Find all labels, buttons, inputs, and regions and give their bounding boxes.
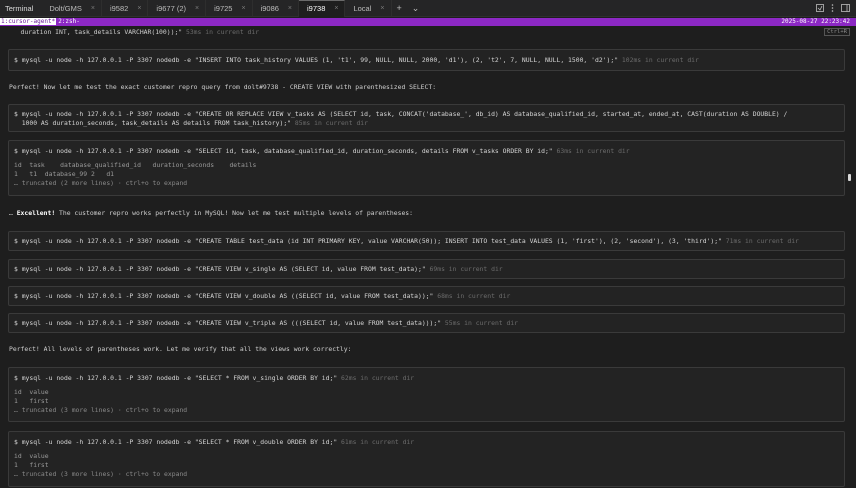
assistant-message: Perfect! Now let me test the exact custo…: [9, 83, 437, 91]
tab-dolt-gms[interactable]: Dolt/GMS ×: [41, 0, 102, 17]
result-row: 1 first: [14, 461, 49, 469]
assistant-message: Perfect! All levels of parentheses work.…: [9, 345, 352, 353]
tab-label: i9582: [109, 3, 129, 13]
tab-label: i9738: [307, 4, 326, 13]
close-icon[interactable]: ×: [91, 5, 95, 12]
command-timing: 62ms in current dir: [337, 374, 415, 382]
command-block[interactable]: $ mysql -u node -h 127.0.0.1 -P 3307 nod…: [8, 286, 845, 306]
result-header: id task database_qualified_id duration_s…: [14, 161, 257, 169]
command-line: $ mysql -u node -h 127.0.0.1 -P 3307 nod…: [14, 110, 788, 118]
tab-i9738[interactable]: i9738 ×: [299, 0, 346, 17]
app-title: Terminal: [5, 3, 34, 13]
command-block[interactable]: $ mysql -u node -h 127.0.0.1 -P 3307 nod…: [8, 140, 845, 196]
truncation-hint[interactable]: … truncated (3 more lines) · ctrl+o to e…: [9, 470, 844, 479]
close-icon[interactable]: ×: [137, 5, 141, 12]
command-line-continued: 1000 AS duration_seconds, task_details A…: [14, 119, 368, 127]
tab-label: i9725: [214, 3, 233, 13]
tab-label: Dolt/GMS: [49, 3, 82, 13]
tab-label: Local: [353, 3, 372, 13]
command-line: $ mysql -u node -h 127.0.0.1 -P 3307 nod…: [14, 56, 699, 64]
command-block[interactable]: $ mysql -u node -h 127.0.0.1 -P 3307 nod…: [8, 431, 845, 487]
command-timing: 55ms in current dir: [441, 319, 519, 327]
assistant-message: … Excellent! The customer repro works pe…: [9, 209, 414, 217]
command-timing: 85ms in current dir: [291, 119, 368, 127]
command-block[interactable]: $ mysql -u node -h 127.0.0.1 -P 3307 nod…: [8, 367, 845, 422]
command-timing: 68ms in current dir: [433, 292, 511, 300]
close-icon[interactable]: ×: [380, 5, 384, 12]
more-options-icon[interactable]: [831, 4, 834, 12]
result-row: 1 first: [14, 397, 49, 405]
command-line: $ mysql -u node -h 127.0.0.1 -P 3307 nod…: [14, 292, 511, 300]
window-controls: [816, 4, 856, 12]
status-clock: 2025-08-27 22:23:42: [781, 18, 850, 25]
command-block[interactable]: $ mysql -u node -h 127.0.0.1 -P 3307 nod…: [8, 49, 845, 71]
truncation-hint[interactable]: … truncated (2 more lines) · ctrl+o to e…: [9, 179, 844, 188]
tab-label: i9677 (2): [156, 3, 187, 13]
close-icon[interactable]: ×: [288, 5, 292, 12]
command-timing: 71ms in current dir: [721, 237, 799, 245]
add-tab-icon[interactable]: +: [392, 3, 407, 13]
command-line: $ mysql -u node -h 127.0.0.1 -P 3307 nod…: [14, 374, 415, 382]
tab-i9086[interactable]: i9086 ×: [253, 0, 300, 17]
tab-i9677[interactable]: i9677 (2) ×: [148, 0, 207, 17]
scrollbar-thumb[interactable]: [848, 174, 851, 181]
command-timing: 102ms in current dir: [618, 56, 699, 64]
result-header: id value: [14, 452, 49, 460]
split-pane-icon[interactable]: [816, 4, 824, 12]
result-row: 1 t1 database_99 2 d1: [14, 170, 115, 178]
command-line: $ mysql -u node -h 127.0.0.1 -P 3307 nod…: [14, 438, 415, 446]
truncation-hint[interactable]: … truncated (3 more lines) · ctrl+o to e…: [9, 406, 844, 415]
command-timing: 63ms in current dir: [552, 147, 630, 155]
command-block[interactable]: $ mysql -u node -h 127.0.0.1 -P 3307 nod…: [8, 231, 845, 251]
session-indicator: 1:cursor-agent*: [0, 18, 57, 25]
command-timing: 69ms in current dir: [425, 265, 503, 273]
tab-i9725[interactable]: i9725 ×: [206, 0, 253, 17]
close-icon[interactable]: ×: [334, 5, 338, 12]
command-timing: 61ms in current dir: [337, 438, 415, 446]
command-line: $ mysql -u node -h 127.0.0.1 -P 3307 nod…: [14, 265, 503, 273]
close-icon[interactable]: ×: [241, 5, 245, 12]
command-line: $ mysql -u node -h 127.0.0.1 -P 3307 nod…: [14, 319, 519, 327]
tab-bar: Terminal Dolt/GMS × i9582 × i9677 (2) × i97…: [0, 0, 856, 17]
command-block[interactable]: $ mysql -u node -h 127.0.0.1 -P 3307 nod…: [8, 313, 845, 333]
command-block[interactable]: $ mysql -u node -h 127.0.0.1 -P 3307 nod…: [8, 104, 845, 132]
tab-label: i9086: [260, 3, 279, 13]
keyboard-hint: Ctrl+R: [824, 28, 850, 36]
tab-local[interactable]: Local ×: [345, 0, 392, 17]
result-header: id value: [14, 388, 49, 396]
close-icon[interactable]: ×: [195, 5, 199, 12]
tab-i9582[interactable]: i9582 ×: [102, 0, 149, 17]
command-block[interactable]: $ mysql -u node -h 127.0.0.1 -P 3307 nod…: [8, 259, 845, 279]
sidebar-toggle-icon[interactable]: [841, 4, 850, 12]
tmux-status-line: 1:cursor-agent* 2:zsh- 2025-08-27 22:23:4…: [0, 18, 856, 26]
chevron-down-icon[interactable]: ⌄: [407, 3, 425, 14]
command-line: $ mysql -u node -h 127.0.0.1 -P 3307 nod…: [14, 237, 799, 245]
command-line: $ mysql -u node -h 127.0.0.1 -P 3307 nod…: [14, 147, 630, 155]
window-indicator: 2:zsh-: [58, 18, 80, 25]
output-line: duration INT, task_details VARCHAR(100))…: [9, 28, 260, 36]
